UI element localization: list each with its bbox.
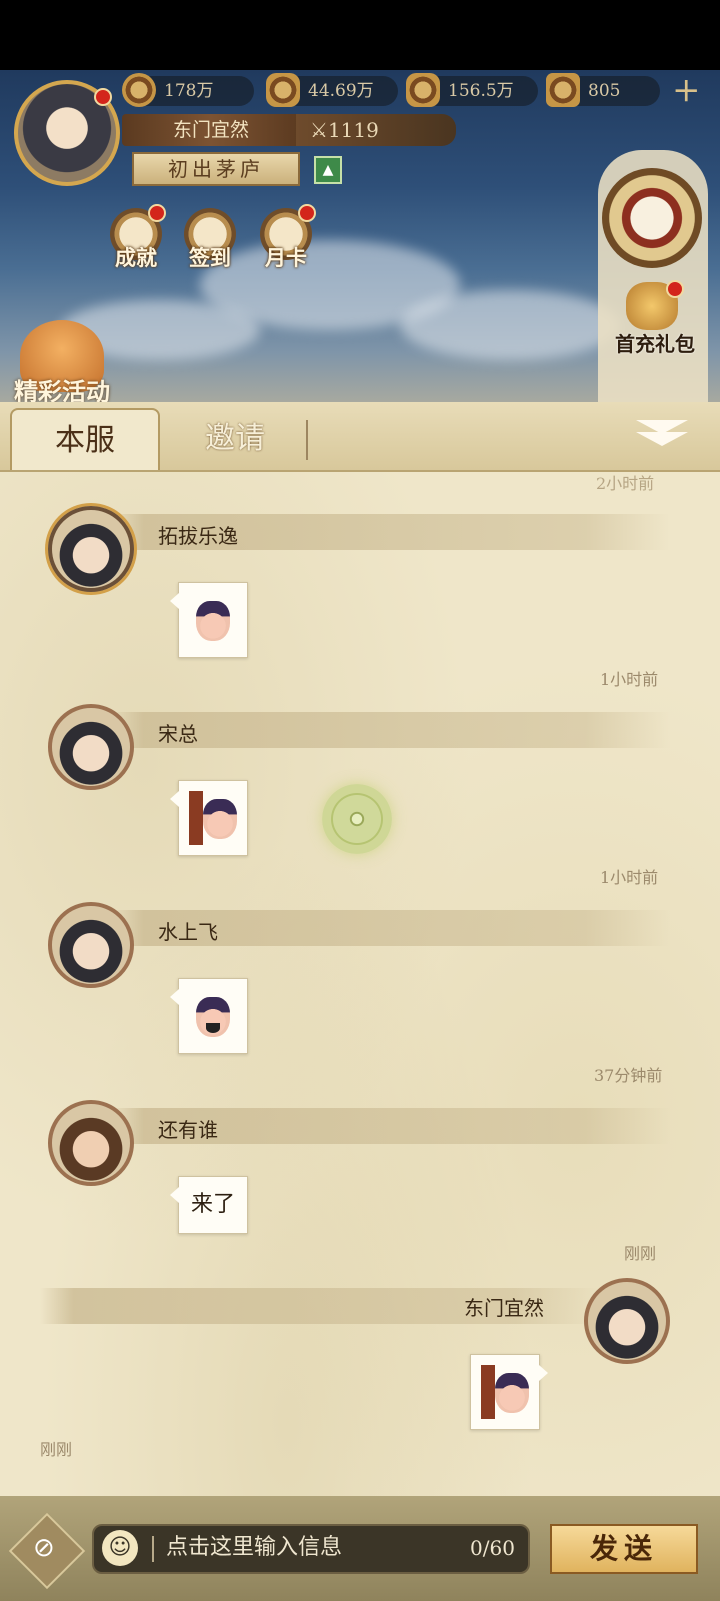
crossed-swords-icon: ⚔ — [310, 118, 328, 142]
sticker-icon — [196, 601, 230, 641]
tab-divider — [306, 420, 308, 460]
message-time: 1小时前 — [600, 868, 659, 887]
shortcut-monthly-label: 月卡 — [265, 245, 307, 270]
sender-name: 拓拔乐逸 — [158, 524, 238, 548]
rank-up-icon[interactable]: ▲ — [314, 156, 342, 184]
palace-icon[interactable] — [602, 168, 702, 268]
message-time: 2小时前 — [596, 474, 655, 493]
sender-name: 东门宜然 — [464, 1296, 544, 1320]
sticker-icon — [495, 1373, 529, 1413]
tab-server[interactable]: 本服 — [10, 408, 160, 470]
message-time: 1小时前 — [600, 670, 659, 689]
resource-coin[interactable]: 178万 — [122, 73, 254, 107]
sender-name: 还有谁 — [158, 1118, 218, 1142]
sender-name: 宋总 — [158, 722, 198, 746]
sender-name: 水上飞 — [158, 920, 218, 944]
text-bubble[interactable]: 来了 — [170, 1176, 248, 1234]
player-power: ⚔1119 — [296, 114, 456, 146]
notification-dot — [298, 204, 316, 222]
coin-icon — [122, 73, 156, 107]
user-blocked-icon: ⊘ — [33, 1533, 55, 1563]
chat-tab-bar: 本服 邀请 — [0, 402, 720, 472]
sticker-bubble[interactable] — [470, 1354, 548, 1430]
shortcut-achievement-label: 成就 — [115, 245, 157, 270]
notification-dot — [148, 204, 166, 222]
message-time: 刚刚 — [40, 1440, 73, 1459]
message-text: 来了 — [190, 1192, 235, 1217]
add-resource-button[interactable]: + — [672, 73, 701, 107]
ticket-icon — [546, 73, 580, 107]
shortcut-signin-label: 签到 — [189, 245, 231, 270]
chat-panel: 本服 邀请 2小时前 拓拔乐逸 1小时前 宋总 1小时前 水上飞 37分钟前 还… — [0, 402, 720, 1601]
resource-brush[interactable]: 156.5万 — [406, 73, 538, 107]
avatar[interactable] — [48, 506, 134, 592]
resource-scroll[interactable]: 44.69万 — [266, 73, 398, 107]
send-button[interactable]: 发送 — [550, 1524, 698, 1574]
message-time: 37分钟前 — [594, 1066, 663, 1085]
status-bar — [0, 0, 720, 70]
sticker-bubble[interactable] — [170, 582, 248, 658]
first-recharge-label: 首充礼包 — [615, 332, 695, 356]
avatar[interactable] — [48, 902, 134, 988]
sticker-bubble[interactable] — [170, 978, 248, 1054]
notification-dot — [666, 280, 684, 298]
tab-invite[interactable]: 邀请 — [168, 408, 302, 470]
avatar[interactable] — [48, 1100, 134, 1186]
sticker-bubble[interactable] — [170, 780, 248, 856]
avatar[interactable] — [48, 704, 134, 790]
collapse-chevron-icon[interactable] — [632, 416, 690, 456]
message-time: 刚刚 — [624, 1244, 657, 1263]
brush-icon — [406, 73, 440, 107]
char-count: 0/60 — [470, 1536, 515, 1560]
sticker-icon — [203, 799, 237, 839]
player-name: 东门宜然 — [122, 114, 300, 146]
input-divider — [152, 1536, 154, 1562]
touch-indicator — [322, 784, 392, 854]
scroll-icon — [266, 73, 300, 107]
player-rank[interactable]: 初出茅庐 — [132, 152, 300, 186]
resource-ticket[interactable]: 805 — [546, 73, 660, 107]
notification-dot — [94, 88, 112, 106]
emoji-icon[interactable]: ☺ — [102, 1530, 138, 1566]
input-placeholder: 点击这里输入信息 — [166, 1535, 343, 1560]
avatar[interactable] — [584, 1278, 670, 1364]
